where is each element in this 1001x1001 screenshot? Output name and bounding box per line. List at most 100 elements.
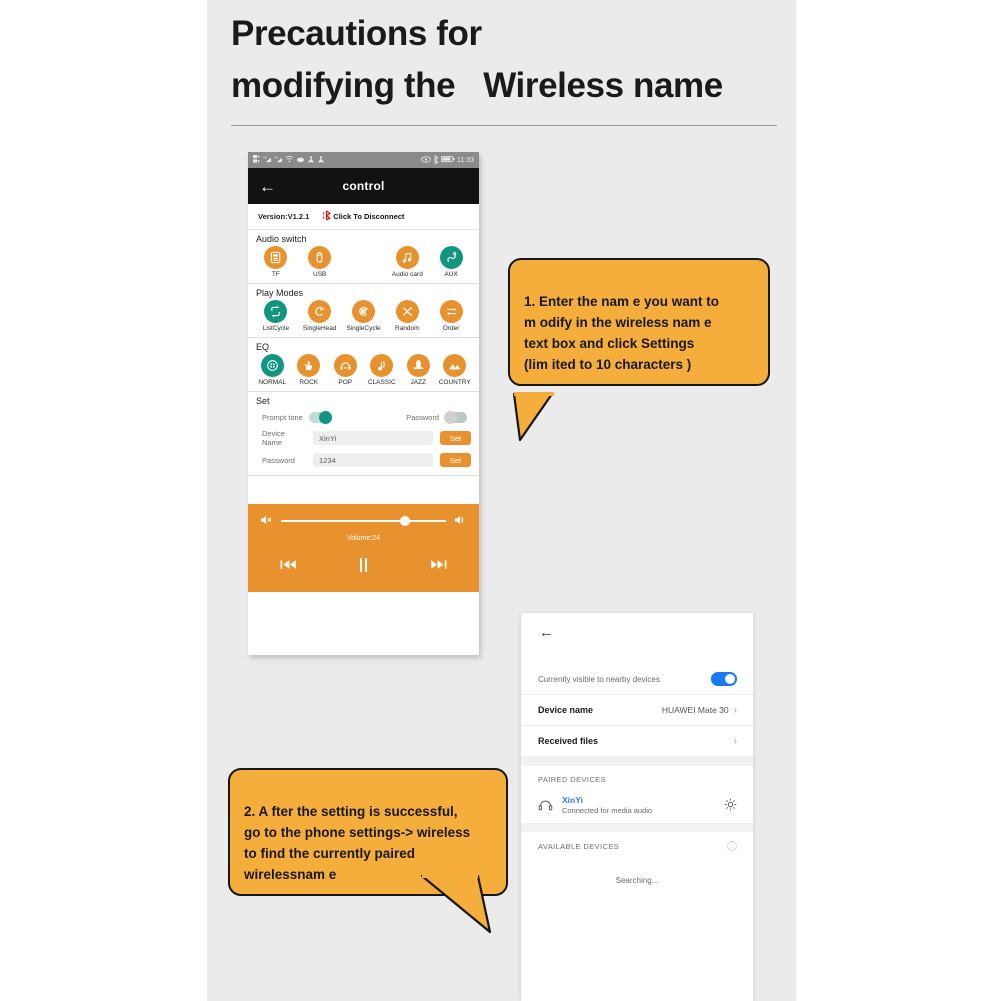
status-bar-left-icons: 4G 4G: [253, 155, 325, 165]
paired-device-row[interactable]: XinYi Connected for media audio: [521, 791, 753, 823]
page-root: Precautions for modifying the Wireless n…: [0, 0, 1001, 1001]
gear-icon[interactable]: [724, 798, 737, 813]
eq-label: CLASSIC: [367, 379, 396, 386]
tf-card-icon: [264, 246, 288, 269]
paired-devices-caption-label: PAIRED DEVICES: [538, 775, 606, 784]
visibility-row[interactable]: Currently visible to nearby devices: [521, 664, 753, 695]
section-separator: [521, 757, 753, 766]
normal-eq-icon: [260, 354, 284, 377]
eq-item-country[interactable]: COUNTRY: [437, 354, 474, 386]
title-divider: [231, 125, 777, 126]
callout-text-2: 2. A fter the setting is successful, go …: [244, 804, 471, 882]
bluetooth-icon: [433, 154, 439, 166]
status-bar: 4G 4G 11:33: [248, 152, 479, 168]
paired-device-text: XinYi Connected for media audio: [562, 795, 715, 815]
paired-devices-caption: PAIRED DEVICES: [521, 766, 753, 791]
chevron-right-icon: ›: [733, 735, 737, 747]
svg-text:4G: 4G: [274, 156, 279, 160]
headphone-icon: [333, 354, 357, 377]
eq-label: JAZZ: [410, 379, 427, 386]
phone-app-screenshot: 4G 4G 11:33 ← control Version:V1.2.1 Cli…: [248, 152, 479, 655]
audio-switch-item-tf[interactable]: TF: [254, 246, 298, 278]
loading-spinner-icon: [727, 841, 737, 851]
bluetooth-settings-panel: ← Currently visible to nearby devices De…: [521, 613, 753, 1001]
set-toggle-row: Prompt tone Password: [248, 408, 479, 425]
play-modes-row: ListCycle SingleHead 1 SingleCycle Rando…: [248, 300, 479, 334]
audio-switch-label: AUX: [444, 271, 458, 278]
classic-note-icon: [370, 354, 394, 377]
eq-item-jazz[interactable]: JAZZ: [400, 354, 437, 386]
next-track-icon[interactable]: [430, 559, 447, 572]
content-filler: [248, 476, 479, 504]
signal-bars-icon: 4G: [274, 155, 283, 165]
prompt-tone-toggle[interactable]: [308, 411, 332, 424]
disconnect-button[interactable]: Click To Disconnect: [322, 209, 404, 224]
version-row: Version:V1.2.1 Click To Disconnect: [248, 204, 479, 230]
audio-switch-item-aux[interactable]: AUX: [429, 246, 473, 278]
password-toggle[interactable]: [444, 411, 467, 424]
usb-stick-icon: [308, 246, 332, 269]
shuffle-icon: [395, 300, 419, 323]
received-files-row[interactable]: Received files ›: [521, 726, 753, 757]
device-name-row[interactable]: Device name HUAWEI Mate 30 ›: [521, 695, 753, 726]
device-name-label: Device Name: [262, 429, 285, 447]
eq-label: NORMAL: [258, 379, 287, 386]
page-title-line-1: Precautions for: [231, 14, 482, 53]
cloud-icon: [296, 155, 305, 165]
status-bar-time: 11:33: [457, 156, 474, 164]
received-files-key: Received files: [538, 736, 599, 746]
available-devices-caption-label: AVAILABLE DEVICES: [538, 841, 620, 851]
audio-switch-row: TF USB Audio card AUX: [248, 246, 479, 280]
volume-up-icon[interactable]: [454, 514, 467, 528]
battery-icon: [441, 155, 455, 165]
callout-text-1: 1. Enter the nam e you want to m odify i…: [524, 294, 720, 372]
audio-switch-item-audio-card[interactable]: Audio card: [385, 246, 429, 278]
password-set-button[interactable]: Set: [440, 453, 471, 467]
sim-card-icon: [253, 155, 261, 165]
eq-section: EQ NORMAL ROCK POP CLASSIC JAZZ COUNTRY: [248, 338, 479, 392]
password-input[interactable]: 1234: [313, 453, 433, 467]
callout-tail-1: [508, 392, 628, 452]
transport-controls: [248, 558, 479, 572]
audio-switch-item-empty: [342, 246, 386, 278]
play-mode-item-order[interactable]: Order: [429, 300, 473, 332]
audio-switch-label: Audio card: [391, 271, 423, 278]
password-toggle-label: Password: [406, 413, 439, 422]
volume-slider[interactable]: [281, 516, 446, 526]
prompt-tone-label: Prompt tone: [262, 413, 303, 422]
device-name-value: HUAWEI Mate 30: [661, 705, 729, 715]
volume-value-label: Volume:24: [346, 535, 381, 542]
play-mode-item-listcycle[interactable]: ListCycle: [254, 300, 298, 332]
eq-label: POP: [338, 379, 353, 386]
music-note-icon: [395, 246, 419, 269]
set-title: Set: [256, 396, 270, 406]
audio-switch-label: USB: [313, 271, 327, 278]
eq-item-pop[interactable]: POP: [327, 354, 364, 386]
eq-title: EQ: [256, 342, 270, 352]
visibility-toggle[interactable]: [711, 672, 737, 686]
previous-track-icon[interactable]: [280, 559, 297, 572]
section-separator: [521, 823, 753, 832]
sync-icon: [317, 155, 325, 165]
eq-item-normal[interactable]: NORMAL: [254, 354, 291, 386]
eq-item-classic[interactable]: CLASSIC: [364, 354, 401, 386]
volume-mute-icon[interactable]: [260, 514, 273, 528]
device-name-set-button[interactable]: Set: [440, 431, 471, 445]
country-icon: [443, 354, 467, 377]
eq-label: ROCK: [299, 379, 319, 386]
play-mode-item-singlecycle[interactable]: 1 SingleCycle: [342, 300, 386, 332]
volume-slider-knob[interactable]: [399, 516, 410, 526]
page-title: Precautions for modifying the Wireless n…: [231, 8, 791, 112]
status-bar-right-icons: 11:33: [421, 154, 474, 166]
play-modes-title: Play Modes: [256, 288, 304, 298]
chevron-right-icon: ›: [733, 704, 737, 716]
eq-row: NORMAL ROCK POP CLASSIC JAZZ COUNTRY: [248, 354, 479, 388]
eq-label: COUNTRY: [438, 379, 471, 386]
audio-switch-item-usb[interactable]: USB: [298, 246, 342, 278]
play-mode-item-random[interactable]: Random: [385, 300, 429, 332]
device-name-input[interactable]: XinYi: [313, 431, 433, 445]
pause-icon[interactable]: [359, 558, 367, 572]
play-mode-item-singlehead[interactable]: SingleHead: [298, 300, 342, 332]
eq-item-rock[interactable]: ROCK: [291, 354, 328, 386]
back-arrow-icon[interactable]: ←: [521, 613, 753, 640]
